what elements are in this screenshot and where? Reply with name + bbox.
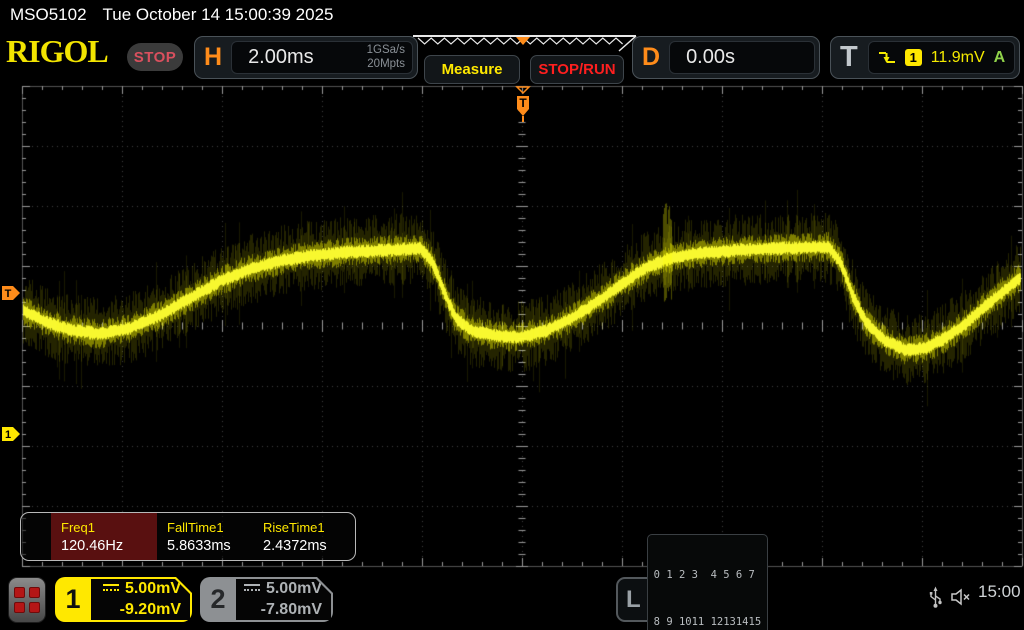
measurement-value: 120.46Hz [61,538,147,554]
measurement-value: 5.8633ms [167,538,243,554]
memory-position-strip[interactable] [412,34,638,52]
sample-rate-memdepth: 1GSa/s 20Mpts [367,44,405,72]
waveform-canvas[interactable] [0,84,1024,568]
measurement-item-risetime1[interactable]: RiseTime1 2.4372ms [253,513,353,560]
trigger-source-badge: 1 [905,49,922,66]
waveform-display-area[interactable]: T T 1 Freq1 120.46Hz FallTime1 5.8633ms … [0,84,1024,568]
channel2-scale: 5.00mV [266,579,322,600]
measurement-item-freq1[interactable]: Freq1 120.46Hz [51,513,157,560]
acquisition-state-badge: STOP [127,43,183,71]
channel1-scale: 5.00mV [125,579,181,600]
usb-icon [928,585,943,610]
measurement-label: Freq1 [61,520,147,535]
logic-channel-numbers: 0 1 2 3 4 5 6 7 8 9 1011 12131415 [647,534,768,630]
apps-grid-icon [14,587,40,613]
trigger-level-value: 11.9mV [931,49,985,67]
delay-label: D [633,43,669,72]
channel2-offset: -7.80mV [261,600,322,621]
datetime: Tue October 14 15:00:39 2025 [103,5,334,25]
trigger-panel[interactable]: T 1 11.9mV A [830,36,1020,79]
delay-inner: 0.00s [669,41,815,74]
header-bar: RIGOL STOP H 2.00ms 1GSa/s 20Mpts Measur… [0,30,1024,84]
horizontal-inner: 2.00ms 1GSa/s 20Mpts [231,41,413,74]
timebase-value: 2.00ms [248,46,367,69]
logic-channels-pill[interactable]: L 0 1 2 3 4 5 6 7 8 9 1011 12131415 [616,577,747,622]
channel1-ground-marker[interactable]: 1 [1,426,21,442]
delay-value: 0.00s [686,46,814,69]
trigger-inner: 1 11.9mV A [868,41,1016,74]
trigger-level-letter: T [5,288,12,300]
trigger-position-flag[interactable]: T [514,85,532,123]
channel1-values: 5.00mV -9.20mV [91,579,190,620]
dc-coupling-icon [103,584,119,594]
stop-run-button[interactable]: STOP/RUN [530,55,624,84]
trigger-position-chevron-icon [517,87,529,93]
measurement-item-falltime1[interactable]: FallTime1 5.8633ms [157,513,253,560]
channel2-pill[interactable]: 2 5.00mV -7.80mV [200,577,333,622]
measurement-results-panel[interactable]: Freq1 120.46Hz FallTime1 5.8633ms RiseTi… [20,512,356,561]
status-bar: MSO5102 Tue October 14 15:00:39 2025 [0,0,1024,30]
apps-menu-button[interactable] [8,577,46,623]
trigger-flag-letter: T [519,96,527,110]
measure-button[interactable]: Measure [424,55,520,84]
measurement-label: FallTime1 [167,520,243,535]
channel2-number: 2 [200,577,236,622]
channel1-number: 1 [55,577,91,622]
logic-row-0-7: 0 1 2 3 4 5 6 7 [654,568,761,584]
trigger-level-marker[interactable]: T [1,285,21,301]
trigger-sweep-mode: A [994,49,1006,67]
model-name: MSO5102 [10,5,87,25]
logic-row-8-15: 8 9 1011 12131415 [654,615,761,630]
horizontal-label: H [195,43,231,72]
measurement-value: 2.4372ms [263,538,343,554]
delay-panel[interactable]: D 0.00s [632,36,820,79]
dc-coupling-icon [244,584,260,594]
rigol-logo: RIGOL [6,33,108,70]
falling-edge-icon [878,50,896,65]
oscilloscope-screen: MSO5102 Tue October 14 15:00:39 2025 RIG… [0,0,1024,630]
system-clock: 15:00 [978,582,1021,602]
channel1-ground-letter: 1 [5,429,11,441]
horizontal-panel[interactable]: H 2.00ms 1GSa/s 20Mpts [194,36,418,79]
bottom-bar: 1 5.00mV -9.20mV 2 5.00mV -7.80mV [0,568,1024,630]
measurement-label: RiseTime1 [263,520,343,535]
trigger-label: T [831,41,868,74]
channel2-values: 5.00mV -7.80mV [236,579,331,620]
channel1-offset: -9.20mV [120,600,181,621]
logic-label: L [618,586,647,614]
sound-muted-icon[interactable] [950,588,974,606]
channel1-pill[interactable]: 1 5.00mV -9.20mV [55,577,192,622]
